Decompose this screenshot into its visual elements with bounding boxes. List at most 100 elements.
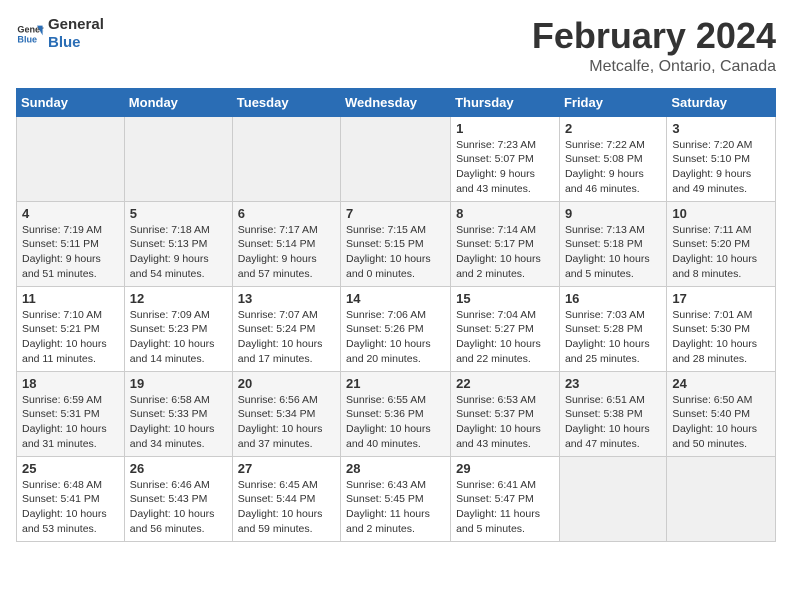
day-info: Sunrise: 7:11 AM Sunset: 5:20 PM Dayligh… [672,223,770,282]
day-number: 1 [456,121,554,136]
day-number: 5 [130,206,227,221]
day-info: Sunrise: 6:48 AM Sunset: 5:41 PM Dayligh… [22,478,119,537]
day-info: Sunrise: 6:58 AM Sunset: 5:33 PM Dayligh… [130,393,227,452]
day-info: Sunrise: 6:51 AM Sunset: 5:38 PM Dayligh… [565,393,661,452]
calendar-cell: 14Sunrise: 7:06 AM Sunset: 5:26 PM Dayli… [341,286,451,371]
day-number: 21 [346,376,445,391]
calendar-cell: 3 Sunrise: 7:20 AM Sunset: 5:10 PM Daylig… [667,116,776,201]
calendar-cell: 26Sunrise: 6:46 AM Sunset: 5:43 PM Dayli… [124,456,232,541]
day-info: Sunrise: 7:20 AM Sunset: 5:10 PM Dayligh… [672,138,770,197]
day-number: 10 [672,206,770,221]
day-number: 8 [456,206,554,221]
weekday-header: Thursday [451,88,560,116]
calendar-week-row: 1 Sunrise: 7:23 AM Sunset: 5:07 PM Daylig… [17,116,776,201]
day-info: Sunrise: 7:07 AM Sunset: 5:24 PM Dayligh… [238,308,335,367]
day-info: Sunrise: 7:04 AM Sunset: 5:27 PM Dayligh… [456,308,554,367]
calendar-week-row: 25 Sunrise: 6:48 AM Sunset: 5:41 PM Dayli… [17,456,776,541]
calendar-cell: 23 Sunrise: 6:51 AM Sunset: 5:38 PM Dayli… [559,371,666,456]
calendar-cell: 9 Sunrise: 7:13 AM Sunset: 5:18 PM Daylig… [559,201,666,286]
weekday-header-row: SundayMondayTuesdayWednesdayThursdayFrid… [17,88,776,116]
calendar-cell [124,116,232,201]
day-info: Sunrise: 7:19 AM Sunset: 5:11 PM Dayligh… [22,223,119,282]
calendar-cell: 29 Sunrise: 6:41 AM Sunset: 5:47 PM Dayli… [451,456,560,541]
calendar-table: SundayMondayTuesdayWednesdayThursdayFrid… [16,88,776,542]
day-number: 14 [346,291,445,306]
logo-general: General [48,16,104,34]
calendar-cell: 13Sunrise: 7:07 AM Sunset: 5:24 PM Dayli… [232,286,340,371]
day-info: Sunrise: 7:17 AM Sunset: 5:14 PM Dayligh… [238,223,335,282]
calendar-title: February 2024 [532,16,776,56]
day-info: Sunrise: 7:22 AM Sunset: 5:08 PM Dayligh… [565,138,661,197]
weekday-header: Monday [124,88,232,116]
day-number: 20 [238,376,335,391]
day-info: Sunrise: 6:41 AM Sunset: 5:47 PM Dayligh… [456,478,554,537]
calendar-cell: 2 Sunrise: 7:22 AM Sunset: 5:08 PM Daylig… [559,116,666,201]
calendar-cell [667,456,776,541]
calendar-cell: 1 Sunrise: 7:23 AM Sunset: 5:07 PM Daylig… [451,116,560,201]
calendar-cell: 12 Sunrise: 7:09 AM Sunset: 5:23 PM Dayli… [124,286,232,371]
day-number: 3 [672,121,770,136]
day-info: Sunrise: 7:10 AM Sunset: 5:21 PM Dayligh… [22,308,119,367]
calendar-cell: 27Sunrise: 6:45 AM Sunset: 5:44 PM Dayli… [232,456,340,541]
logo-blue: Blue [48,34,104,52]
day-info: Sunrise: 7:14 AM Sunset: 5:17 PM Dayligh… [456,223,554,282]
calendar-cell [17,116,125,201]
day-info: Sunrise: 7:23 AM Sunset: 5:07 PM Dayligh… [456,138,554,197]
calendar-cell: 10 Sunrise: 7:11 AM Sunset: 5:20 PM Dayli… [667,201,776,286]
calendar-cell: 7 Sunrise: 7:15 AM Sunset: 5:15 PM Daylig… [341,201,451,286]
weekday-header: Friday [559,88,666,116]
day-number: 22 [456,376,554,391]
title-block: February 2024 Metcalfe, Ontario, Canada [532,16,776,76]
day-info: Sunrise: 7:13 AM Sunset: 5:18 PM Dayligh… [565,223,661,282]
calendar-cell: 22 Sunrise: 6:53 AM Sunset: 5:37 PM Dayli… [451,371,560,456]
day-info: Sunrise: 7:09 AM Sunset: 5:23 PM Dayligh… [130,308,227,367]
calendar-cell [232,116,340,201]
calendar-cell: 24 Sunrise: 6:50 AM Sunset: 5:40 PM Dayli… [667,371,776,456]
day-number: 9 [565,206,661,221]
day-info: Sunrise: 6:59 AM Sunset: 5:31 PM Dayligh… [22,393,119,452]
calendar-cell: 21 Sunrise: 6:55 AM Sunset: 5:36 PM Dayli… [341,371,451,456]
calendar-cell: 15Sunrise: 7:04 AM Sunset: 5:27 PM Dayli… [451,286,560,371]
calendar-week-row: 4 Sunrise: 7:19 AM Sunset: 5:11 PM Daylig… [17,201,776,286]
header: General Blue General Blue February 2024 … [16,16,776,76]
calendar-cell: 20 Sunrise: 6:56 AM Sunset: 5:34 PM Dayli… [232,371,340,456]
day-info: Sunrise: 7:01 AM Sunset: 5:30 PM Dayligh… [672,308,770,367]
day-number: 16 [565,291,661,306]
day-number: 24 [672,376,770,391]
day-info: Sunrise: 6:56 AM Sunset: 5:34 PM Dayligh… [238,393,335,452]
day-number: 25 [22,461,119,476]
calendar-week-row: 18 Sunrise: 6:59 AM Sunset: 5:31 PM Dayli… [17,371,776,456]
day-info: Sunrise: 6:46 AM Sunset: 5:43 PM Dayligh… [130,478,227,537]
calendar-cell: 5 Sunrise: 7:18 AM Sunset: 5:13 PM Daylig… [124,201,232,286]
calendar-cell: 16 Sunrise: 7:03 AM Sunset: 5:28 PM Dayli… [559,286,666,371]
calendar-cell: 19 Sunrise: 6:58 AM Sunset: 5:33 PM Dayli… [124,371,232,456]
day-info: Sunrise: 6:55 AM Sunset: 5:36 PM Dayligh… [346,393,445,452]
day-info: Sunrise: 6:50 AM Sunset: 5:40 PM Dayligh… [672,393,770,452]
day-number: 11 [22,291,119,306]
day-info: Sunrise: 7:03 AM Sunset: 5:28 PM Dayligh… [565,308,661,367]
day-number: 23 [565,376,661,391]
calendar-cell: 18 Sunrise: 6:59 AM Sunset: 5:31 PM Dayli… [17,371,125,456]
day-number: 18 [22,376,119,391]
calendar-cell: 25 Sunrise: 6:48 AM Sunset: 5:41 PM Dayli… [17,456,125,541]
day-number: 7 [346,206,445,221]
calendar-cell: 4 Sunrise: 7:19 AM Sunset: 5:11 PM Daylig… [17,201,125,286]
calendar-cell: 28 Sunrise: 6:43 AM Sunset: 5:45 PM Dayli… [341,456,451,541]
weekday-header: Sunday [17,88,125,116]
day-info: Sunrise: 6:53 AM Sunset: 5:37 PM Dayligh… [456,393,554,452]
day-info: Sunrise: 6:43 AM Sunset: 5:45 PM Dayligh… [346,478,445,537]
day-info: Sunrise: 7:18 AM Sunset: 5:13 PM Dayligh… [130,223,227,282]
day-number: 4 [22,206,119,221]
day-number: 27 [238,461,335,476]
calendar-cell: 8 Sunrise: 7:14 AM Sunset: 5:17 PM Daylig… [451,201,560,286]
day-number: 12 [130,291,227,306]
day-info: Sunrise: 7:15 AM Sunset: 5:15 PM Dayligh… [346,223,445,282]
day-number: 28 [346,461,445,476]
weekday-header: Wednesday [341,88,451,116]
day-number: 19 [130,376,227,391]
day-number: 29 [456,461,554,476]
calendar-cell [559,456,666,541]
calendar-subtitle: Metcalfe, Ontario, Canada [532,58,776,76]
calendar-cell: 6Sunrise: 7:17 AM Sunset: 5:14 PM Daylig… [232,201,340,286]
day-number: 2 [565,121,661,136]
